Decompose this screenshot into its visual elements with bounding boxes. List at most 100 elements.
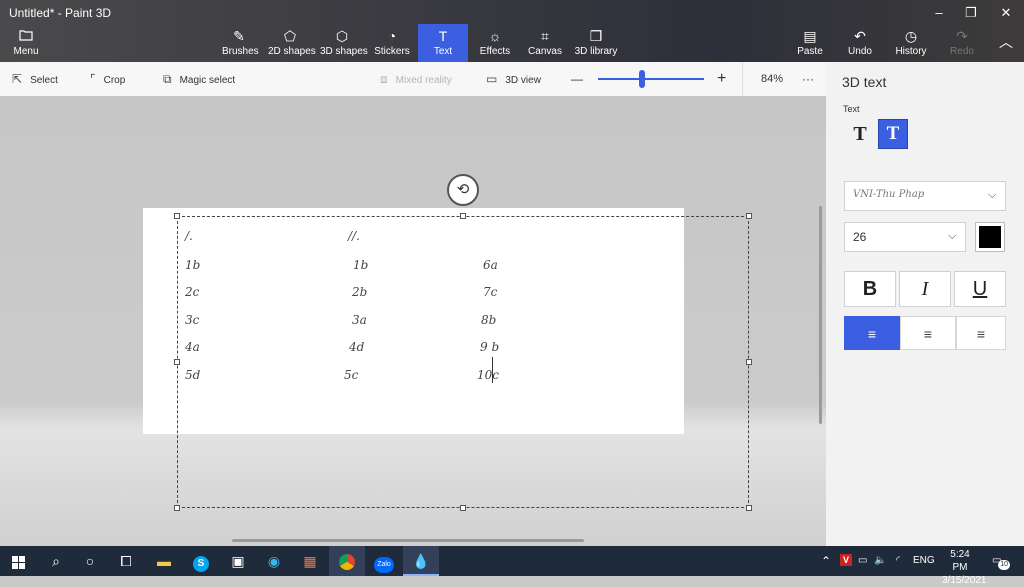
crop-label: Crop — [103, 75, 126, 86]
zoom-out-button[interactable]: — — [571, 62, 583, 96]
horizontal-scrollbar[interactable] — [232, 539, 584, 542]
3d-view-button[interactable]: ▭ 3D view — [486, 62, 541, 96]
bold-button[interactable]: B — [844, 271, 896, 307]
restore-button[interactable]: ❐ — [958, 4, 984, 22]
italic-button[interactable]: I — [899, 271, 951, 307]
paint3d-button[interactable]: 💧 — [403, 546, 439, 576]
magic-select-button[interactable]: ⧉ Magic select — [163, 62, 235, 96]
2d-text-button[interactable]: T — [846, 119, 874, 149]
align-left-button[interactable]: ≡ — [844, 316, 900, 350]
3d-view-label: 3D view — [505, 75, 541, 86]
tool-stickers-label: Stickers — [374, 46, 410, 57]
3d-view-icon: ▭ — [486, 72, 498, 86]
undo-icon: ↶ — [854, 28, 866, 44]
tool-3d-shapes[interactable]: ⬡ 3D shapes — [320, 28, 368, 62]
minimize-button[interactable]: – — [926, 4, 952, 22]
underline-button[interactable]: U — [954, 271, 1006, 307]
zoom-slider[interactable] — [598, 62, 704, 96]
collapse-ribbon-button[interactable]: ︿ — [996, 32, 1016, 66]
tool-effects-label: Effects — [479, 46, 511, 57]
volume-tray[interactable]: 🔈 — [874, 546, 886, 576]
history-label: History — [895, 46, 927, 57]
mixed-reality-icon: ⧈ — [380, 72, 388, 86]
rotate-handle[interactable]: ⟲ — [447, 174, 479, 206]
history-button[interactable]: ◷ History — [894, 28, 928, 62]
redo-button[interactable]: ↷ Redo — [948, 28, 976, 62]
resize-handle-bottom-left[interactable] — [174, 505, 180, 511]
menu-label: Menu — [13, 46, 39, 57]
3d-text-button[interactable]: T — [878, 119, 908, 149]
task-view-button[interactable]: ⧠ — [108, 546, 144, 576]
window-title: Untitled* - Paint 3D — [9, 6, 112, 20]
library-icon: ❒ — [589, 28, 603, 44]
resize-handle-right[interactable] — [746, 359, 752, 365]
resize-handle-bottom-right[interactable] — [746, 505, 752, 511]
show-hidden-icons-button[interactable]: ⌃ — [821, 546, 831, 576]
mixed-reality-button[interactable]: ⧈ Mixed reality — [380, 62, 452, 96]
align-right-icon: ≡ — [976, 326, 986, 342]
tool-text-label: Text — [433, 46, 453, 57]
skype-button[interactable]: S — [183, 546, 219, 576]
menu-button[interactable]: Menu — [8, 28, 44, 62]
close-button[interactable]: ✕ — [993, 4, 1019, 22]
tool-3d-shapes-label: 3D shapes — [320, 46, 368, 57]
volume-icon: 🔈 — [874, 555, 887, 566]
office-button[interactable]: ▦ — [292, 546, 328, 576]
tool-text[interactable]: T Text — [418, 24, 468, 62]
paste-button[interactable]: ▤ Paste — [796, 28, 824, 62]
clock-time: 5:24 PM — [950, 549, 970, 573]
notifications-button[interactable]: ▭ 10 — [992, 546, 1011, 576]
crop-button[interactable]: ⌜ Crop — [90, 62, 125, 96]
chrome-icon — [339, 554, 355, 571]
rotate-icon: ⟲ — [456, 181, 470, 198]
tool-2d-shapes-label: 2D shapes — [268, 46, 316, 57]
tool-effects[interactable]: ☼ Effects — [478, 28, 512, 62]
resize-handle-top-left[interactable] — [174, 213, 180, 219]
tool-3d-library[interactable]: ❒ 3D library — [574, 28, 618, 62]
zoom-track — [598, 78, 704, 80]
chrome-button[interactable] — [329, 546, 365, 576]
file-explorer-button[interactable]: ▬ — [146, 546, 182, 576]
language-indicator[interactable]: ENG — [913, 546, 935, 576]
cube-icon: ⬡ — [335, 28, 349, 44]
wifi-tray[interactable]: ◜ — [896, 546, 900, 576]
search-icon: ⌕ — [52, 553, 60, 569]
tool-brushes[interactable]: ✎ Brushes — [222, 28, 259, 62]
zalo-button[interactable]: Zalo — [366, 546, 402, 576]
chevron-down-icon: ⌵ — [948, 230, 957, 242]
align-center-button[interactable]: ≡ — [900, 316, 956, 350]
resize-handle-left[interactable] — [174, 359, 180, 365]
text-type-label: Text — [843, 104, 860, 114]
zoom-in-button[interactable]: + — [717, 62, 726, 96]
antivirus-tray[interactable]: V — [840, 546, 852, 576]
edge-button[interactable]: ◉ — [256, 546, 292, 576]
undo-button[interactable]: ↶ Undo — [846, 28, 874, 62]
windows-icon — [11, 555, 25, 569]
font-size-value: 26 — [853, 230, 867, 244]
zoom-thumb[interactable] — [639, 70, 645, 88]
resize-handle-top-right[interactable] — [746, 213, 752, 219]
vertical-scrollbar[interactable] — [819, 206, 822, 424]
tool-canvas[interactable]: ⌗ Canvas — [528, 28, 562, 62]
tool-2d-shapes[interactable]: ⬠ 2D shapes — [268, 28, 316, 62]
resize-handle-top[interactable] — [460, 213, 466, 219]
clock[interactable]: 5:24 PM 3/15/2021 — [942, 548, 987, 586]
start-button[interactable] — [0, 546, 36, 576]
tool-stickers[interactable]: ◔ Stickers — [374, 28, 410, 62]
battery-tray[interactable]: ▭ — [858, 546, 867, 576]
resize-handle-bottom[interactable] — [460, 505, 466, 511]
align-right-button[interactable]: ≡ — [956, 316, 1006, 350]
store-button[interactable]: ▣ — [220, 546, 256, 576]
cortana-button[interactable]: ○ — [72, 546, 108, 576]
font-value: VNI-Thu Phap — [853, 189, 925, 200]
select-label: Select — [30, 75, 58, 86]
zalo-icon: Zalo — [374, 557, 394, 573]
toolbar-divider — [742, 62, 743, 96]
text-selection-box[interactable] — [177, 216, 749, 508]
select-button[interactable]: ⇱ Select — [12, 62, 58, 96]
more-options-button[interactable]: ··· — [802, 62, 814, 96]
search-button[interactable]: ⌕ — [38, 546, 74, 576]
file-explorer-icon: ▬ — [157, 553, 171, 569]
paint3d-icon: 💧 — [412, 553, 430, 569]
zoom-percent[interactable]: 84% — [761, 62, 783, 96]
